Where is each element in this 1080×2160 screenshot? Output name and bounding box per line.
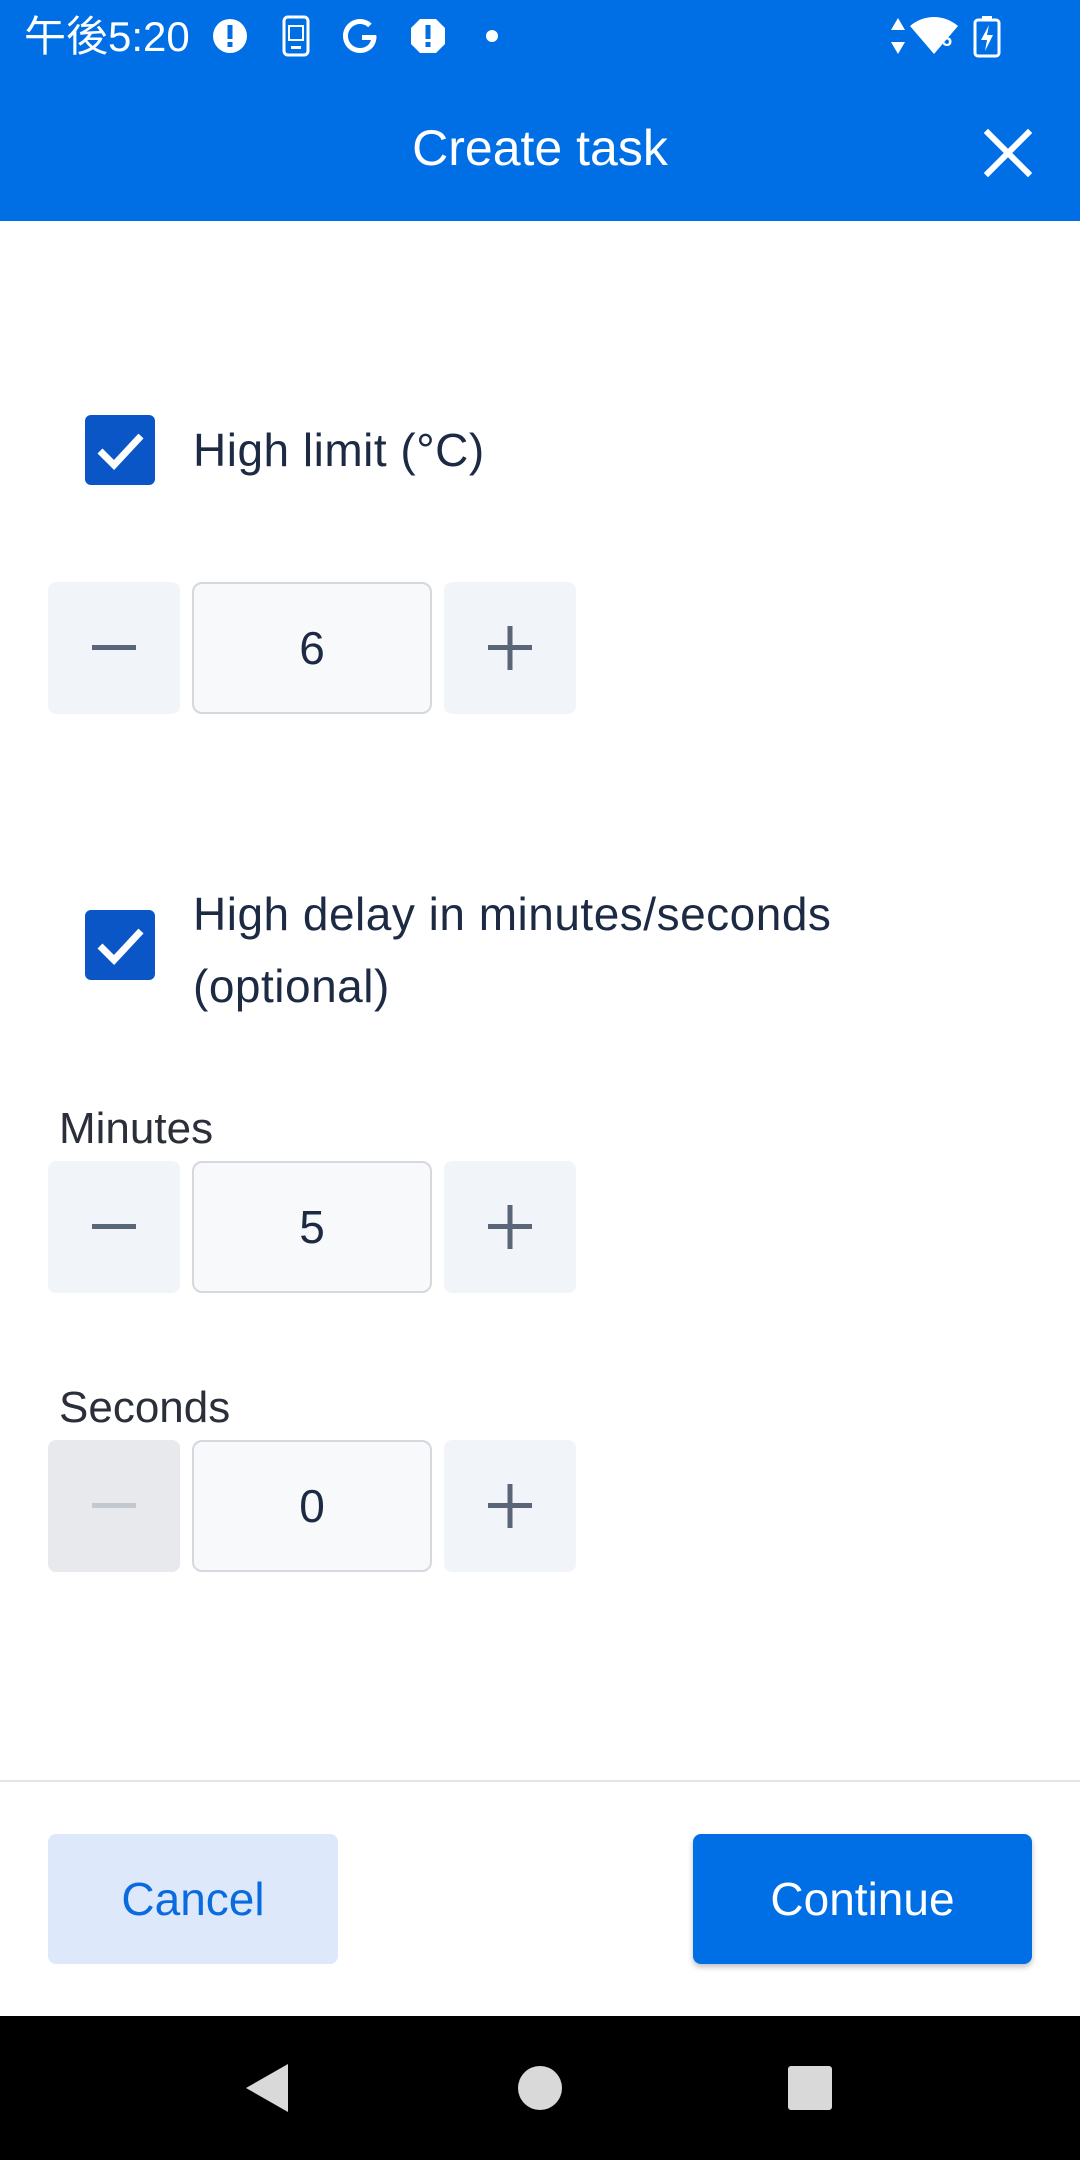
- wifi-badge: 5: [942, 30, 953, 50]
- minutes-increment-button[interactable]: [444, 1161, 576, 1293]
- battery-charging-icon: [972, 14, 1002, 63]
- create-task-screen: 午後5:20 5 Create task High limit (°C) 6 H…: [0, 0, 1080, 2160]
- dot-icon: [484, 28, 500, 49]
- status-bar: 午後5:20 5: [0, 0, 1080, 75]
- high-limit-row: High limit (°C): [0, 414, 1080, 486]
- recents-button[interactable]: [778, 2056, 842, 2120]
- home-button[interactable]: [508, 2056, 572, 2120]
- cancel-button[interactable]: Cancel: [48, 1834, 338, 1964]
- status-time: 午後5:20: [24, 13, 190, 60]
- minus-icon: [92, 645, 136, 650]
- checkmark-icon: [97, 928, 144, 966]
- high-limit-value[interactable]: 6: [192, 582, 432, 714]
- high-limit-checkbox[interactable]: [85, 415, 155, 485]
- seconds-decrement-button[interactable]: [48, 1440, 180, 1572]
- back-icon: [246, 2064, 288, 2112]
- minutes-label: Minutes: [59, 1104, 214, 1153]
- close-icon: [983, 128, 1033, 178]
- minus-icon: [92, 1503, 136, 1508]
- high-delay-label-line1: High delay in minutes/seconds: [193, 888, 832, 940]
- phone-screen-icon: [280, 14, 312, 63]
- minutes-stepper: 5: [48, 1161, 576, 1293]
- high-delay-row: High delay in minutes/seconds (optional): [0, 878, 1080, 1038]
- seconds-value[interactable]: 0: [192, 1440, 432, 1572]
- high-delay-checkbox[interactable]: [85, 910, 155, 980]
- minutes-decrement-button[interactable]: [48, 1161, 180, 1293]
- checkmark-icon: [97, 433, 144, 471]
- high-limit-label: High limit (°C): [193, 424, 485, 476]
- close-button[interactable]: [970, 115, 1046, 191]
- minus-icon: [92, 1224, 136, 1229]
- app-bar: Create task: [0, 75, 1080, 221]
- footer-divider: [0, 1780, 1080, 1782]
- seconds-stepper: 0: [48, 1440, 576, 1572]
- page-title: Create task: [412, 120, 668, 176]
- plus-icon: [488, 1484, 532, 1528]
- back-button[interactable]: [236, 2056, 300, 2120]
- plus-icon: [488, 1205, 532, 1249]
- data-arrows-icon: [888, 14, 908, 63]
- seconds-label: Seconds: [59, 1383, 231, 1432]
- recents-icon: [788, 2066, 832, 2110]
- alert-icon: [210, 14, 250, 63]
- plus-icon: [488, 626, 532, 670]
- seconds-increment-button[interactable]: [444, 1440, 576, 1572]
- high-delay-label-line2: (optional): [193, 960, 390, 1012]
- home-icon: [518, 2066, 562, 2110]
- google-icon: [338, 14, 384, 63]
- wifi-icon: 5: [908, 16, 960, 61]
- high-limit-decrement-button[interactable]: [48, 582, 180, 714]
- system-nav-bar: [0, 2016, 1080, 2160]
- alert-icon: [408, 14, 448, 63]
- continue-button[interactable]: Continue: [693, 1834, 1032, 1964]
- high-limit-increment-button[interactable]: [444, 582, 576, 714]
- minutes-value[interactable]: 5: [192, 1161, 432, 1293]
- high-limit-stepper: 6: [48, 582, 576, 714]
